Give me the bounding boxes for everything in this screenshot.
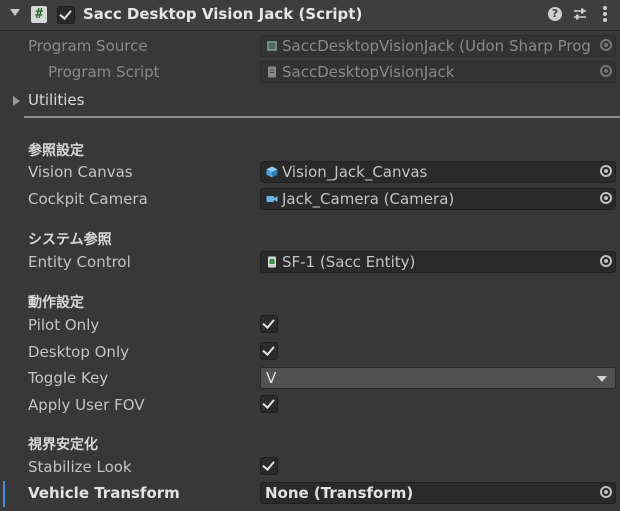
pilot-only-checkbox[interactable] bbox=[260, 315, 278, 333]
checkmark-icon bbox=[262, 316, 275, 329]
vehicle-transform-field[interactable]: None (Transform) bbox=[260, 482, 616, 504]
chevron-down-icon bbox=[597, 376, 607, 382]
entity-control-value: SF-1 (Sacc Entity) bbox=[282, 253, 416, 271]
vehicle-transform-row: Vehicle Transform None (Transform) bbox=[0, 481, 620, 507]
csharp-script-icon bbox=[268, 256, 276, 268]
vehicle-transform-label: Vehicle Transform bbox=[28, 484, 180, 502]
cockpit-camera-label: Cockpit Camera bbox=[28, 190, 148, 208]
kebab-menu-icon[interactable] bbox=[600, 5, 610, 25]
program-source-field: SaccDesktopVisionJack (Udon Sharp Prog bbox=[260, 35, 616, 57]
entity-control-row: Entity Control SF-1 (Sacc Entity) bbox=[0, 250, 620, 276]
vision-canvas-label: Vision Canvas bbox=[28, 163, 133, 181]
utilities-label[interactable]: Utilities bbox=[28, 91, 84, 109]
section-divider bbox=[24, 116, 620, 118]
program-script-label: Program Script bbox=[48, 63, 160, 81]
vision-canvas-row: Vision Canvas Vision_Jack_Canvas bbox=[0, 160, 620, 186]
vision-canvas-field[interactable]: Vision_Jack_Canvas bbox=[260, 161, 616, 183]
object-picker-icon[interactable] bbox=[600, 486, 612, 498]
entity-control-label: Entity Control bbox=[28, 253, 131, 271]
component-enabled-checkbox[interactable] bbox=[57, 6, 75, 24]
pilot-only-label: Pilot Only bbox=[28, 316, 100, 334]
object-picker-icon bbox=[600, 39, 612, 51]
program-source-value: SaccDesktopVisionJack (Udon Sharp Prog bbox=[282, 37, 591, 55]
stabilize-look-checkbox[interactable] bbox=[260, 457, 278, 475]
section-header-reference: 参照設定 bbox=[28, 143, 84, 159]
program-script-field: SaccDesktopVisionJack bbox=[260, 61, 616, 83]
apply-user-fov-checkbox[interactable] bbox=[260, 395, 278, 413]
checkmark-icon bbox=[262, 458, 275, 471]
object-picker-icon[interactable] bbox=[600, 192, 612, 204]
object-picker-icon bbox=[600, 65, 612, 77]
desktop-only-checkbox[interactable] bbox=[260, 342, 278, 360]
program-script-value: SaccDesktopVisionJack bbox=[282, 63, 455, 81]
checkmark-icon bbox=[262, 396, 275, 409]
vision-canvas-value: Vision_Jack_Canvas bbox=[282, 163, 428, 181]
foldout-arrow-icon[interactable] bbox=[10, 9, 20, 16]
csharp-script-icon bbox=[268, 66, 276, 78]
section-header-stabilize: 視界安定化 bbox=[28, 437, 98, 453]
entity-control-field[interactable]: SF-1 (Sacc Entity) bbox=[260, 251, 616, 273]
cockpit-camera-row: Cockpit Camera Jack_Camera (Camera) bbox=[0, 187, 620, 213]
toggle-key-label: Toggle Key bbox=[28, 369, 109, 387]
component-title: Sacc Desktop Vision Jack (Script) bbox=[83, 5, 363, 23]
utilities-foldout[interactable]: Utilities bbox=[0, 88, 620, 114]
program-script-row: Program Script SaccDesktopVisionJack bbox=[0, 60, 620, 86]
gameobject-cube-icon bbox=[266, 166, 278, 178]
help-icon[interactable]: ? bbox=[548, 7, 562, 21]
object-picker-icon[interactable] bbox=[600, 255, 612, 267]
pilot-only-row: Pilot Only bbox=[0, 313, 620, 339]
section-header-system: システム参照 bbox=[28, 232, 112, 248]
object-picker-icon[interactable] bbox=[600, 165, 612, 177]
udon-program-asset-icon bbox=[267, 41, 277, 51]
vehicle-transform-value: None (Transform) bbox=[265, 484, 414, 502]
cockpit-camera-field[interactable]: Jack_Camera (Camera) bbox=[260, 188, 616, 210]
program-source-row: Program Source SaccDesktopVisionJack (Ud… bbox=[0, 34, 620, 60]
stabilize-look-label: Stabilize Look bbox=[28, 458, 132, 476]
checkmark-icon bbox=[262, 343, 275, 356]
toggle-key-value: V bbox=[266, 369, 277, 387]
toggle-key-dropdown[interactable]: V bbox=[260, 367, 616, 389]
foldout-arrow-icon[interactable] bbox=[13, 96, 20, 106]
section-header-behavior: 動作設定 bbox=[28, 295, 84, 311]
checkmark-icon bbox=[59, 7, 72, 20]
presets-icon[interactable] bbox=[572, 6, 588, 22]
desktop-only-row: Desktop Only bbox=[0, 340, 620, 366]
stabilize-look-row: Stabilize Look bbox=[0, 455, 620, 481]
apply-user-fov-row: Apply User FOV bbox=[0, 393, 620, 419]
csharp-script-icon: # bbox=[31, 6, 47, 23]
camera-icon bbox=[266, 196, 278, 202]
cockpit-camera-value: Jack_Camera (Camera) bbox=[282, 190, 455, 208]
component-header: # Sacc Desktop Vision Jack (Script) ? bbox=[0, 0, 620, 31]
apply-user-fov-label: Apply User FOV bbox=[28, 396, 145, 414]
toggle-key-row: Toggle Key V bbox=[0, 366, 620, 392]
desktop-only-label: Desktop Only bbox=[28, 343, 129, 361]
program-source-label: Program Source bbox=[28, 37, 148, 55]
